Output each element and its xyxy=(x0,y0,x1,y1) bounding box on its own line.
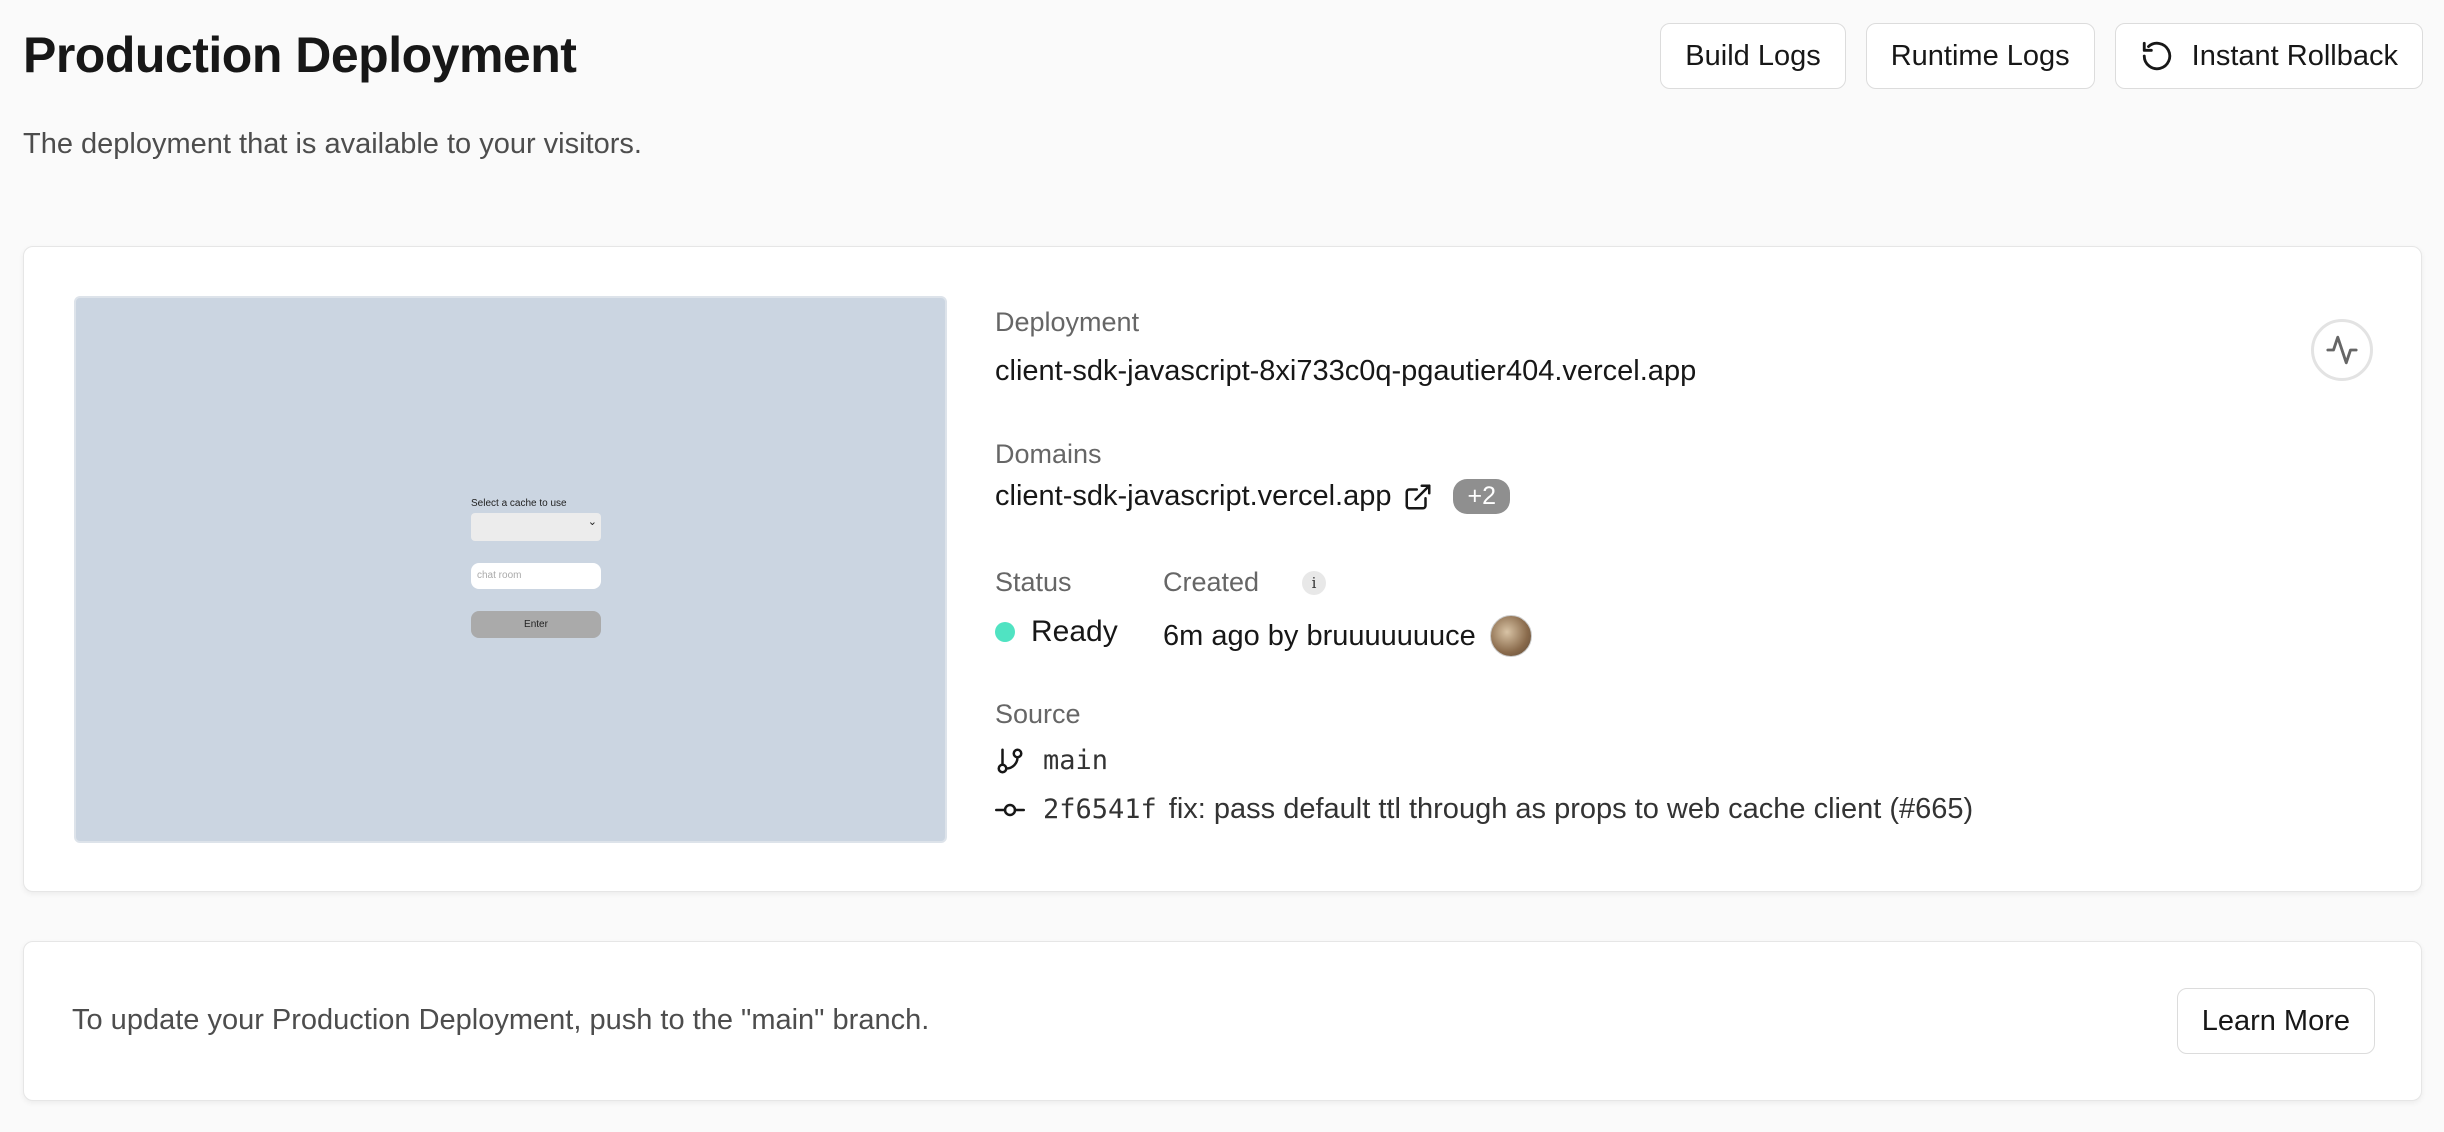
deployment-url-link[interactable]: client-sdk-javascript-8xi733c0q-pgautier… xyxy=(995,355,1696,388)
runtime-logs-label: Runtime Logs xyxy=(1890,39,2070,72)
commit-row: 2f6541f fix: pass default ttl through as… xyxy=(995,793,1973,826)
instant-rollback-button[interactable]: Instant Rollback xyxy=(2114,23,2423,89)
info-icon[interactable]: i xyxy=(1302,571,1326,595)
update-info-card: To update your Production Deployment, pu… xyxy=(23,941,2422,1101)
learn-more-button[interactable]: Learn More xyxy=(2176,988,2375,1054)
deployment-preview[interactable]: Select a cache to use chat room Enter xyxy=(74,296,947,843)
learn-more-label: Learn More xyxy=(2201,1004,2350,1037)
rollback-label: Instant Rollback xyxy=(2191,39,2398,72)
source-label: Source xyxy=(995,699,1081,729)
preview-form: Select a cache to use chat room Enter xyxy=(471,498,603,638)
build-logs-button[interactable]: Build Logs xyxy=(1660,23,1846,89)
page-title: Production Deployment xyxy=(23,27,577,83)
git-branch-icon xyxy=(997,748,1023,773)
activity-icon xyxy=(2326,335,2358,365)
status-row: Ready xyxy=(995,615,1118,649)
preview-chat-input: chat room xyxy=(471,563,601,589)
status-value: Ready xyxy=(1031,615,1118,648)
preview-cache-select xyxy=(471,513,601,541)
rollback-icon xyxy=(2142,41,2171,71)
primary-domain-link[interactable]: client-sdk-javascript.vercel.app xyxy=(995,480,1391,513)
runtime-logs-button[interactable]: Runtime Logs xyxy=(1865,23,2095,89)
domains-label: Domains xyxy=(995,439,1102,469)
external-link-icon[interactable] xyxy=(1403,482,1433,512)
git-commit-icon xyxy=(995,803,1025,816)
created-row: 6m ago by bruuuuuuuce xyxy=(1163,615,1532,657)
preview-select-label: Select a cache to use xyxy=(471,498,567,509)
status-dot-icon xyxy=(995,622,1015,642)
update-info-text: To update your Production Deployment, pu… xyxy=(72,1004,930,1036)
status-label: Status xyxy=(995,567,1072,597)
header-actions: Build Logs Runtime Logs Instant Rollback xyxy=(1660,23,2423,89)
branch-row: main xyxy=(995,745,1108,776)
build-logs-label: Build Logs xyxy=(1685,39,1821,72)
created-value: 6m ago by bruuuuuuuce xyxy=(1163,619,1476,652)
avatar[interactable] xyxy=(1489,615,1532,657)
created-label: Created xyxy=(1163,567,1260,597)
commit-hash-link[interactable]: 2f6541f xyxy=(1043,794,1157,825)
branch-name-link[interactable]: main xyxy=(1043,745,1108,776)
deployment-label: Deployment xyxy=(995,307,1140,337)
commit-message-link[interactable]: fix: pass default ttl through as props t… xyxy=(1169,793,1973,826)
domain-row: client-sdk-javascript.vercel.app +2 xyxy=(995,479,1510,514)
activity-button[interactable] xyxy=(2311,319,2373,381)
preview-enter-button: Enter xyxy=(471,611,601,638)
page-subtitle: The deployment that is available to your… xyxy=(23,128,642,160)
deployment-card: Select a cache to use chat room Enter De… xyxy=(23,246,2422,892)
extra-domains-badge[interactable]: +2 xyxy=(1453,479,1510,514)
